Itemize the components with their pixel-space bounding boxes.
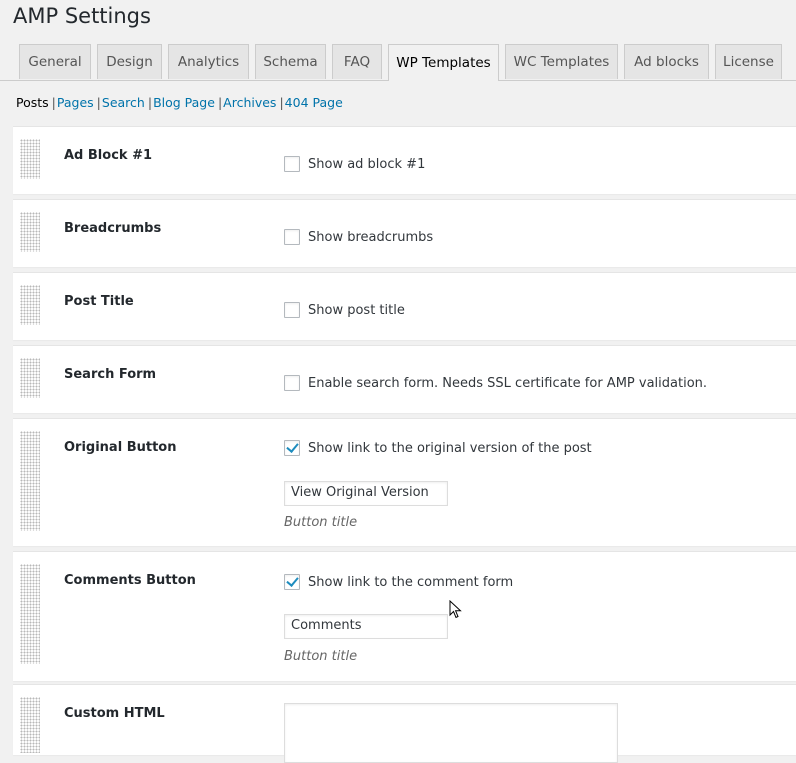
block-label: Comments Button	[64, 573, 196, 588]
breadcrumbs-option: Show breadcrumbs	[284, 229, 433, 245]
comments-button-title-description: Button title	[284, 649, 358, 664]
comments-button-option: Show link to the comment form	[284, 574, 513, 590]
ad-block-option: Show ad block #1	[284, 156, 425, 172]
block-label: Custom HTML	[64, 706, 165, 721]
custom-html-textarea[interactable]	[284, 703, 618, 763]
search-form-checkbox[interactable]	[284, 375, 300, 391]
drag-handle-icon[interactable]	[20, 285, 40, 325]
block-label: Post Title	[64, 294, 134, 309]
tab-license[interactable]: License	[715, 44, 782, 79]
tab-wc-templates[interactable]: WC Templates	[505, 44, 618, 79]
original-button-title-input[interactable]: View Original Version	[284, 481, 448, 506]
original-button-option-label: Show link to the original version of the…	[308, 440, 592, 456]
drag-handle-icon[interactable]	[20, 212, 40, 252]
tab-general[interactable]: General	[19, 44, 91, 79]
block-breadcrumbs: Breadcrumbs Show breadcrumbs	[13, 199, 796, 267]
post-title-option: Show post title	[284, 302, 405, 318]
original-button-checkbox[interactable]	[284, 440, 300, 456]
subnav-blog-page[interactable]: Blog Page	[153, 95, 215, 110]
search-form-option: Enable search form. Needs SSL certificat…	[284, 375, 707, 391]
subnav-archives[interactable]: Archives	[223, 95, 276, 110]
ad-block-option-label: Show ad block #1	[308, 156, 426, 172]
drag-handle-icon[interactable]	[20, 139, 40, 179]
original-button-option: Show link to the original version of the…	[284, 440, 592, 456]
tab-analytics[interactable]: Analytics	[168, 44, 249, 79]
comments-button-option-label: Show link to the comment form	[308, 574, 514, 590]
block-post-title: Post Title Show post title	[13, 272, 796, 340]
block-original-button: Original Button Show link to the origina…	[13, 418, 796, 546]
subnav-posts: Posts	[16, 95, 49, 110]
subnav-pages[interactable]: Pages	[57, 95, 94, 110]
block-custom-html: Custom HTML	[13, 684, 796, 763]
comments-button-title-input[interactable]: Comments	[284, 614, 448, 639]
block-label: Original Button	[64, 440, 177, 455]
block-comments-button: Comments Button Show link to the comment…	[13, 551, 796, 681]
drag-handle-icon[interactable]	[20, 431, 40, 531]
drag-handle-icon[interactable]	[20, 564, 40, 664]
block-ad-block: Ad Block #1 Show ad block #1	[13, 126, 796, 194]
ad-block-checkbox[interactable]	[284, 156, 300, 172]
subnav-search[interactable]: Search	[102, 95, 145, 110]
subnav-404-page[interactable]: 404 Page	[285, 95, 343, 110]
tab-schema[interactable]: Schema	[255, 44, 326, 79]
tab-ad-blocks[interactable]: Ad blocks	[624, 44, 709, 79]
page-title: AMP Settings	[13, 4, 151, 28]
post-title-checkbox[interactable]	[284, 302, 300, 318]
drag-handle-icon[interactable]	[20, 697, 40, 753]
drag-handle-icon[interactable]	[20, 358, 40, 398]
settings-tabs: General Design Analytics Schema FAQ WP T…	[0, 44, 796, 81]
template-subnav: Posts |Pages |Search |Blog Page |Archives |40…	[16, 95, 343, 110]
original-button-title-description: Button title	[284, 515, 358, 530]
mouse-pointer-icon	[449, 600, 462, 619]
block-label: Ad Block #1	[64, 148, 153, 163]
block-label: Search Form	[64, 367, 157, 382]
search-form-option-label: Enable search form. Needs SSL certificat…	[308, 375, 708, 391]
breadcrumbs-option-label: Show breadcrumbs	[308, 229, 434, 245]
block-label: Breadcrumbs	[64, 221, 162, 236]
post-title-option-label: Show post title	[308, 302, 405, 318]
tab-design[interactable]: Design	[97, 44, 162, 79]
comments-button-checkbox[interactable]	[284, 574, 300, 590]
block-search-form: Search Form Enable search form. Needs SS…	[13, 345, 796, 413]
breadcrumbs-checkbox[interactable]	[284, 229, 300, 245]
tab-wp-templates[interactable]: WP Templates	[388, 44, 499, 81]
tab-faq[interactable]: FAQ	[332, 44, 382, 79]
